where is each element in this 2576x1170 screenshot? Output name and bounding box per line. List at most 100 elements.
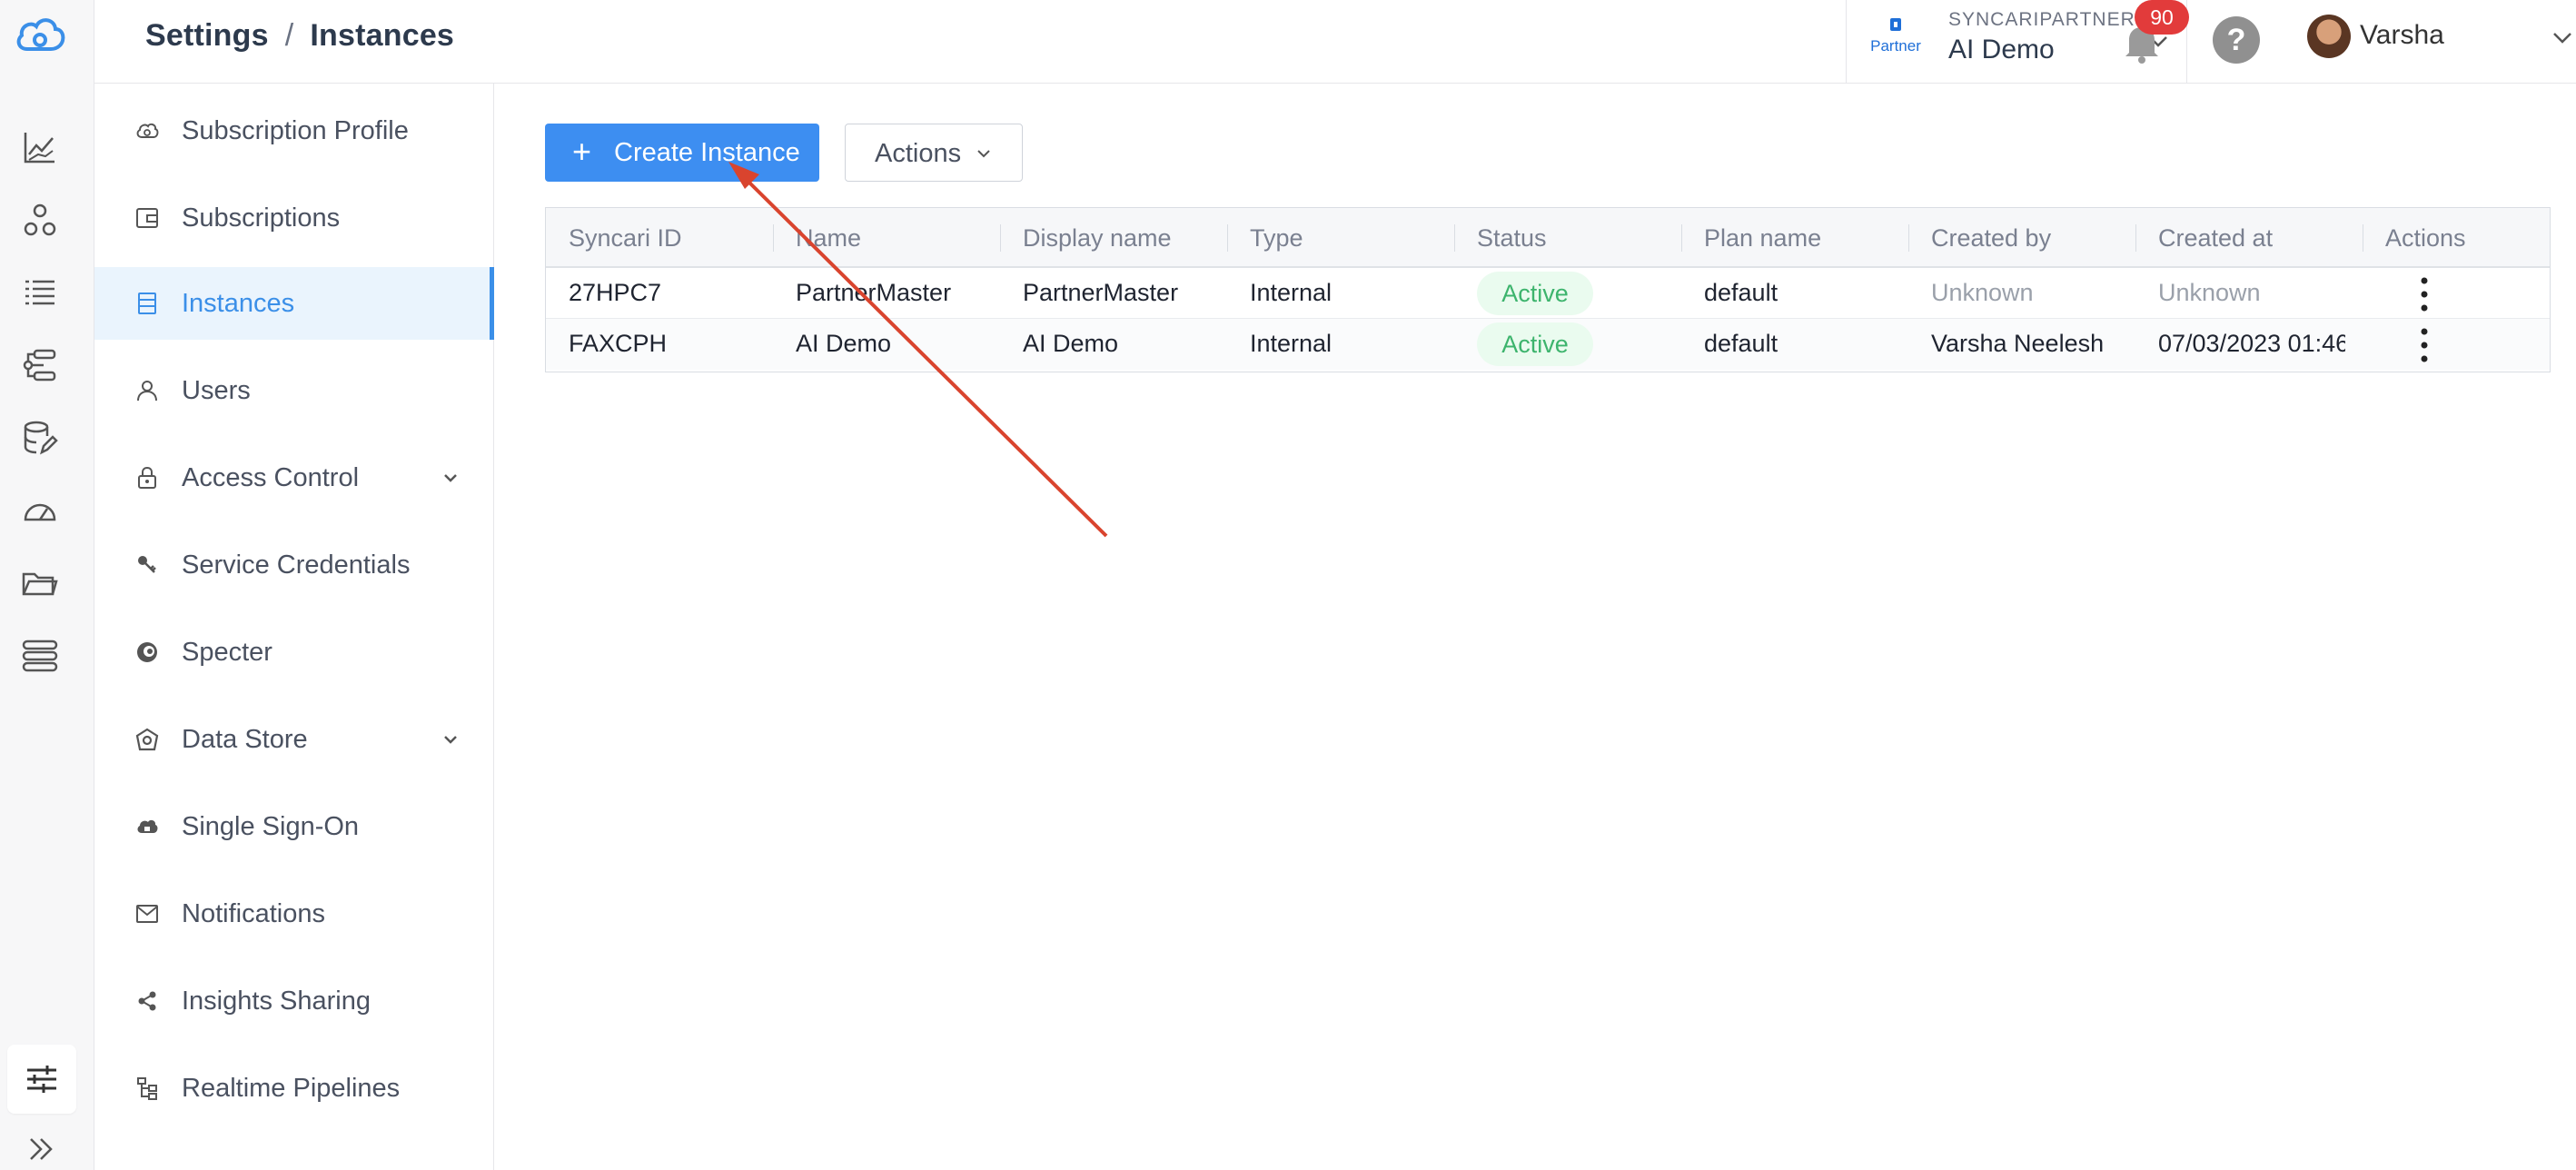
top-bar: Settings / Instances [94,0,2576,84]
cell-created-at: Unknown [2158,279,2261,306]
nav-item-access-control[interactable]: Access Control [94,441,494,514]
column-header[interactable]: Syncari ID [569,224,682,253]
database-edit-icon[interactable] [20,418,60,458]
user-icon [137,381,157,402]
nav-label: Service Credentials [182,550,411,580]
status-badge: Active [1477,322,1593,366]
nav-label: Access Control [182,463,360,492]
cell-display-name: PartnerMaster [1023,279,1179,306]
column-header[interactable]: Type [1250,224,1303,253]
column-divider[interactable] [1454,224,1455,252]
breadcrumb: Settings / Instances [145,18,454,54]
column-divider[interactable] [1000,224,1001,252]
chevron-down-icon[interactable] [440,467,461,489]
stack-icon[interactable] [20,636,60,676]
breadcrumb-settings[interactable]: Settings [145,18,269,53]
cell-type: Internal [1250,330,1333,357]
column-header[interactable]: Plan name [1704,224,1821,253]
nav-item-data-store[interactable]: Data Store [94,703,494,776]
org-name: SYNCARIPARTNER [1948,9,2135,30]
data-store-icon [135,728,159,751]
column-header[interactable]: Name [796,224,861,253]
nav-label: Realtime Pipelines [182,1074,401,1103]
actions-dropdown-button[interactable]: Actions [845,124,1023,182]
nav-label: Subscription Profile [182,116,409,145]
column-divider[interactable] [773,224,774,252]
user-name[interactable]: Varsha [2360,20,2444,51]
notifications-badge[interactable]: 90 [2135,0,2189,35]
expand-icon[interactable] [25,1134,56,1165]
cell-type: Internal [1250,279,1333,306]
create-instance-button[interactable]: + Create Instance [545,124,819,182]
dashboard-gauge-icon[interactable] [20,491,60,530]
wallet-icon [136,208,158,228]
nav-label: Subscriptions [182,203,341,233]
cell-display-name: AI Demo [1023,330,1119,357]
nav-item-single-sign-on[interactable]: Single Sign-On [94,790,494,863]
nav-item-users[interactable]: Users [94,354,494,427]
settings-nav: Subscription Profile Subscriptions Insta… [94,84,494,1170]
instances-table: Syncari ID Name Display name Type Status… [545,207,2551,372]
avatar[interactable] [2307,15,2351,58]
column-header[interactable]: Status [1477,224,1547,253]
cell-created-by: Varsha Neelesh [1931,330,2105,357]
list-icon[interactable] [20,273,60,312]
table-header: Syncari ID Name Display name Type Status… [546,208,2550,268]
column-header[interactable]: Created at [2158,224,2273,253]
cell-name: PartnerMaster [796,279,952,306]
breadcrumb-current: Instances [310,18,455,53]
kebab-menu-icon[interactable] [2415,326,2433,364]
user-menu-chevron-icon[interactable] [2551,25,2574,49]
kebab-menu-icon[interactable] [2415,275,2433,313]
icon-rail [0,0,94,1170]
nav-label: Notifications [182,899,325,928]
cloud-sync-icon [136,123,159,138]
current-instance-name: AI Demo [1948,35,2055,64]
cell-created-by: Unknown [1931,279,2034,306]
nav-item-notifications[interactable]: Notifications [94,878,494,950]
folder-icon[interactable] [20,563,60,603]
partner-logo: Partner [1870,18,1921,55]
nav-item-subscriptions[interactable]: Subscriptions [94,182,494,254]
column-divider[interactable] [1908,224,1909,252]
share-icon [138,991,156,1011]
specter-icon [137,642,157,662]
nav-item-insights-sharing[interactable]: Insights Sharing [94,965,494,1037]
flow-icon[interactable] [20,345,60,385]
column-header[interactable]: Created by [1931,224,2051,253]
table-row[interactable]: FAXCPH AI Demo AI Demo Internal Active d… [546,319,2550,370]
analytics-icon[interactable] [20,127,60,167]
cell-syncari-id: FAXCPH [569,330,668,357]
hierarchy-icon [137,1077,157,1100]
column-divider[interactable] [1227,224,1228,252]
nav-item-service-credentials[interactable]: Service Credentials [94,529,494,601]
plus-icon: + [572,133,592,170]
nav-label: Data Store [182,725,308,754]
column-divider[interactable] [1681,224,1682,252]
pipeline-icon[interactable] [20,200,60,240]
nav-item-subscription-profile[interactable]: Subscription Profile [94,94,494,167]
nav-item-instances[interactable]: Instances [94,267,494,340]
column-header[interactable]: Display name [1023,224,1172,253]
cell-name: AI Demo [796,330,892,357]
status-badge: Active [1477,272,1593,315]
create-instance-label: Create Instance [614,138,800,167]
column-divider[interactable] [2135,224,2136,252]
help-icon[interactable]: ? [2213,16,2260,64]
nav-label: Specter [182,638,272,667]
nav-item-specter[interactable]: Specter [94,616,494,689]
lock-icon [138,466,156,489]
cell-created-at: 07/03/2023 01:46 [2158,330,2345,357]
column-header: Actions [2385,224,2466,252]
nav-label: Users [182,376,251,405]
key-icon [138,556,156,573]
nav-item-realtime-pipelines[interactable]: Realtime Pipelines [94,1052,494,1125]
settings-rail-item[interactable] [7,1045,76,1114]
server-icon [138,292,156,314]
cloud-lock-icon [137,819,158,833]
chevron-down-icon[interactable] [440,729,461,750]
breadcrumb-separator: / [284,18,294,53]
nav-label: Single Sign-On [182,812,360,841]
cloud-logo-icon[interactable] [13,13,67,60]
table-row[interactable]: 27HPC7 PartnerMaster PartnerMaster Inter… [546,268,2550,319]
